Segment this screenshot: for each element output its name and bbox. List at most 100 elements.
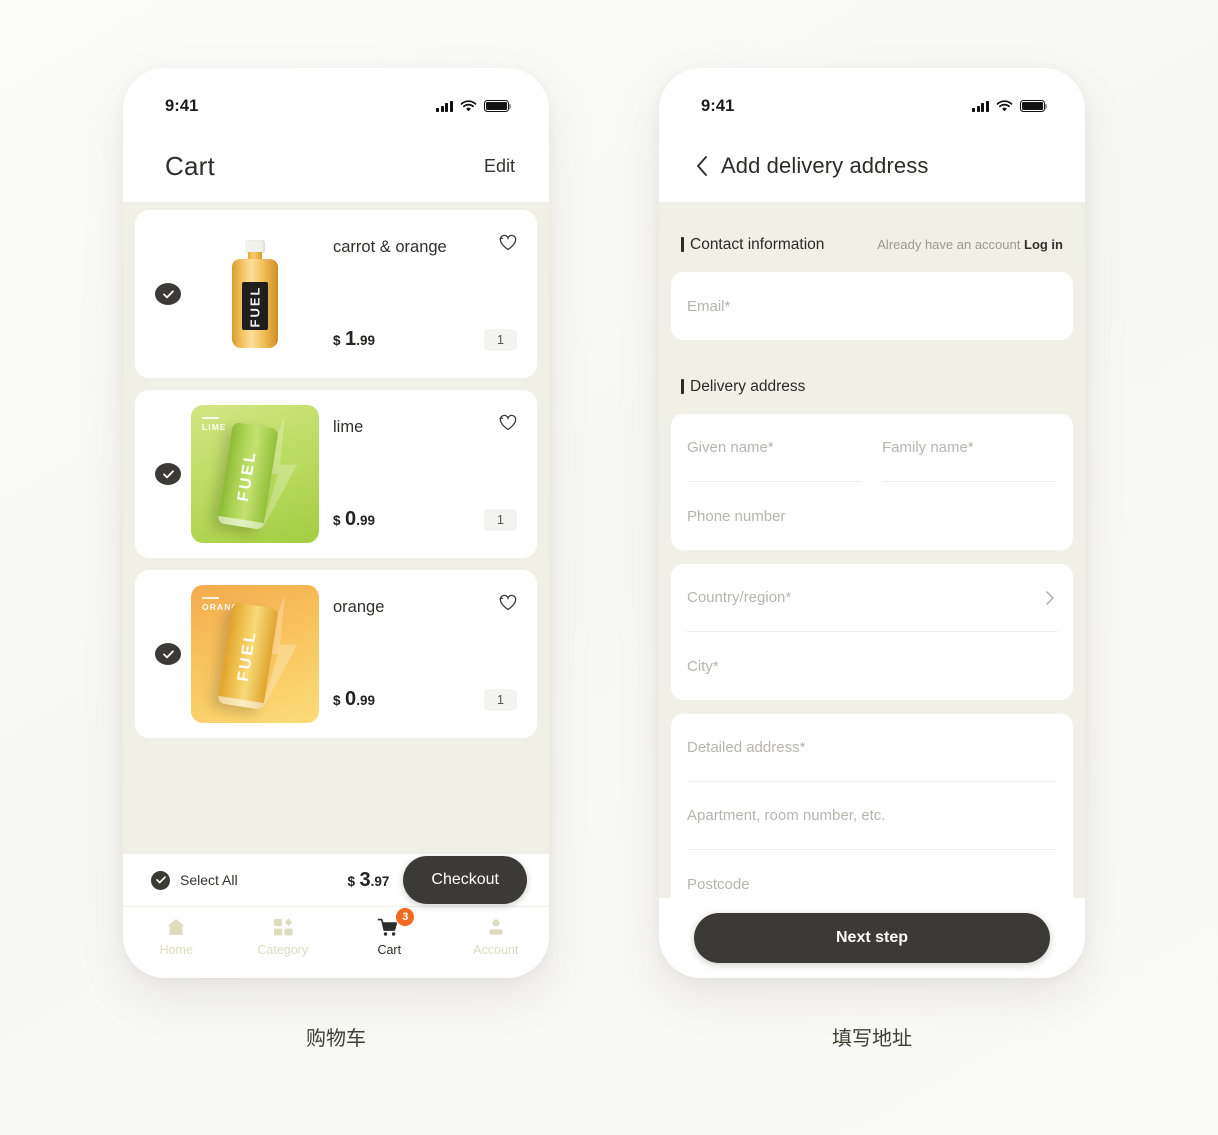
item-name: carrot & orange (333, 238, 447, 256)
next-step-button[interactable]: Next step (694, 913, 1050, 963)
status-icon-group (436, 99, 512, 113)
item-select-checkbox[interactable] (155, 283, 181, 305)
select-all-label: Select All (180, 872, 238, 888)
wishlist-heart-icon[interactable] (497, 232, 519, 252)
apartment-field[interactable]: Apartment, room number, etc. (687, 782, 1057, 850)
city-field[interactable]: City* (687, 632, 1057, 700)
item-quantity[interactable]: 1 (484, 328, 517, 351)
status-time: 9:41 (165, 96, 199, 115)
wishlist-heart-icon[interactable] (497, 412, 519, 432)
cellular-signal-icon (972, 100, 989, 112)
name-field-row: Given name* Family name* (687, 414, 1057, 482)
page-title: Cart (165, 150, 215, 181)
tab-label: Home (159, 943, 193, 957)
item-select-checkbox[interactable] (155, 463, 181, 485)
item-info: carrot & orange $ 1.99 1 (319, 210, 521, 378)
select-all-checkbox[interactable] (151, 870, 170, 890)
item-thumbnail[interactable]: FUEL (191, 224, 319, 364)
apartment-placeholder: Apartment, room number, etc. (687, 807, 886, 824)
item-quantity[interactable]: 1 (484, 508, 517, 531)
cellular-signal-icon (436, 100, 453, 112)
bottle-brand-label: FUEL (247, 285, 263, 327)
select-all-control[interactable]: Select All (151, 870, 238, 890)
item-price-integer: 0 (344, 688, 357, 710)
phone-mockup-cart: 9:41 Cart Edit FUEL carrot & orange $ 1.… (123, 68, 549, 978)
tab-home[interactable]: Home (123, 916, 230, 957)
item-thumbnail[interactable]: LIME FUEL (191, 404, 319, 544)
item-thumbnail[interactable]: ORANGE FUEL (191, 584, 319, 724)
page-title: Add delivery address (721, 153, 929, 178)
item-price-integer: 0 (344, 508, 357, 530)
detailed-address-field[interactable]: Detailed address* (687, 714, 1057, 782)
wifi-icon (460, 100, 477, 112)
edit-button[interactable]: Edit (484, 156, 515, 177)
item-select-checkbox[interactable] (155, 643, 181, 665)
tab-label: Category (257, 943, 309, 957)
family-name-placeholder: Family name* (882, 439, 974, 456)
bottom-tab-bar: Home Category 3 Cart Account (123, 906, 549, 978)
item-info: orange $ 0.99 1 (319, 570, 521, 738)
login-prompt-text: Already have an account (877, 237, 1021, 252)
caption-address: 填写地址 (832, 1026, 912, 1050)
item-price-decimal: .99 (356, 693, 376, 708)
delivery-section-header: Delivery address (671, 354, 1073, 414)
item-price-integer: 1 (344, 328, 357, 350)
status-bar: 9:41 (659, 68, 1085, 130)
flavour-tag: LIME (202, 417, 227, 432)
wishlist-heart-icon[interactable] (497, 592, 519, 612)
cart-item-list: FUEL carrot & orange $ 1.99 1 LIME FUEL … (123, 202, 549, 854)
address-detail-card: Detailed address* Apartment, room number… (671, 714, 1073, 918)
tab-account[interactable]: Account (443, 916, 550, 957)
caption-cart: 购物车 (306, 1026, 366, 1050)
email-field[interactable]: Email* (687, 272, 1057, 340)
item-price-currency: $ (333, 333, 341, 348)
contact-section-header: Contact information Already have an acco… (671, 212, 1073, 272)
city-placeholder: City* (687, 657, 719, 675)
home-icon (165, 916, 187, 938)
tab-cart[interactable]: 3 Cart (336, 908, 443, 957)
item-price-decimal: .99 (356, 333, 376, 348)
given-name-field[interactable]: Given name* (687, 414, 862, 482)
lime-product-tile: LIME FUEL (191, 405, 319, 543)
total-integer: 3 (359, 868, 371, 891)
can-brand-label: FUEL (235, 449, 260, 503)
phone-number-field[interactable]: Phone number (687, 482, 1057, 550)
item-price-currency: $ (333, 513, 341, 528)
wifi-icon (996, 100, 1013, 112)
family-name-field[interactable]: Family name* (882, 414, 1057, 482)
status-time: 9:41 (701, 96, 735, 115)
page-background: 9:41 Cart Edit FUEL carrot & orange $ 1.… (0, 0, 1218, 1135)
tab-label: Cart (377, 943, 402, 957)
can-brand-label: FUEL (235, 629, 260, 683)
cart-item[interactable]: ORANGE FUEL orange $ 0.99 1 (135, 570, 537, 738)
status-icon-group (972, 99, 1048, 113)
item-price: $ 1.99 (333, 328, 375, 351)
address-header: Add delivery address (659, 130, 1085, 202)
log-in-link[interactable]: Log in (1024, 237, 1063, 252)
address-screen: 9:41 Add delivery address Contact inform… (659, 68, 1085, 978)
item-price-row: $ 1.99 1 (333, 328, 521, 378)
address-form: Contact information Already have an acco… (659, 202, 1085, 978)
cart-item[interactable]: LIME FUEL lime $ 0.99 1 (135, 390, 537, 558)
phone-number-placeholder: Phone number (687, 507, 786, 525)
item-price: $ 0.99 (333, 688, 375, 711)
email-placeholder: Email* (687, 297, 731, 315)
phone-mockup-address: 9:41 Add delivery address Contact inform… (659, 68, 1085, 978)
cart-screen: 9:41 Cart Edit FUEL carrot & orange $ 1.… (123, 68, 549, 978)
tab-category[interactable]: Category (230, 916, 337, 957)
given-name-placeholder: Given name* (687, 439, 774, 456)
cart-item[interactable]: FUEL carrot & orange $ 1.99 1 (135, 210, 537, 378)
contact-card: Email* (671, 272, 1073, 340)
detailed-address-placeholder: Detailed address* (687, 739, 806, 756)
category-icon (272, 916, 294, 938)
cart-header: Cart Edit (123, 130, 549, 202)
next-step-bar: Next step (659, 898, 1085, 978)
back-chevron-icon[interactable] (695, 155, 709, 177)
country-region-field[interactable]: Country/region* (687, 564, 1057, 632)
cart-summary-bar: Select All $ 3.97 Checkout (123, 854, 549, 906)
item-quantity[interactable]: 1 (484, 688, 517, 711)
account-icon (485, 916, 507, 938)
checkout-button[interactable]: Checkout (403, 856, 527, 904)
total-currency: $ (347, 873, 356, 889)
item-name: lime (333, 418, 364, 436)
